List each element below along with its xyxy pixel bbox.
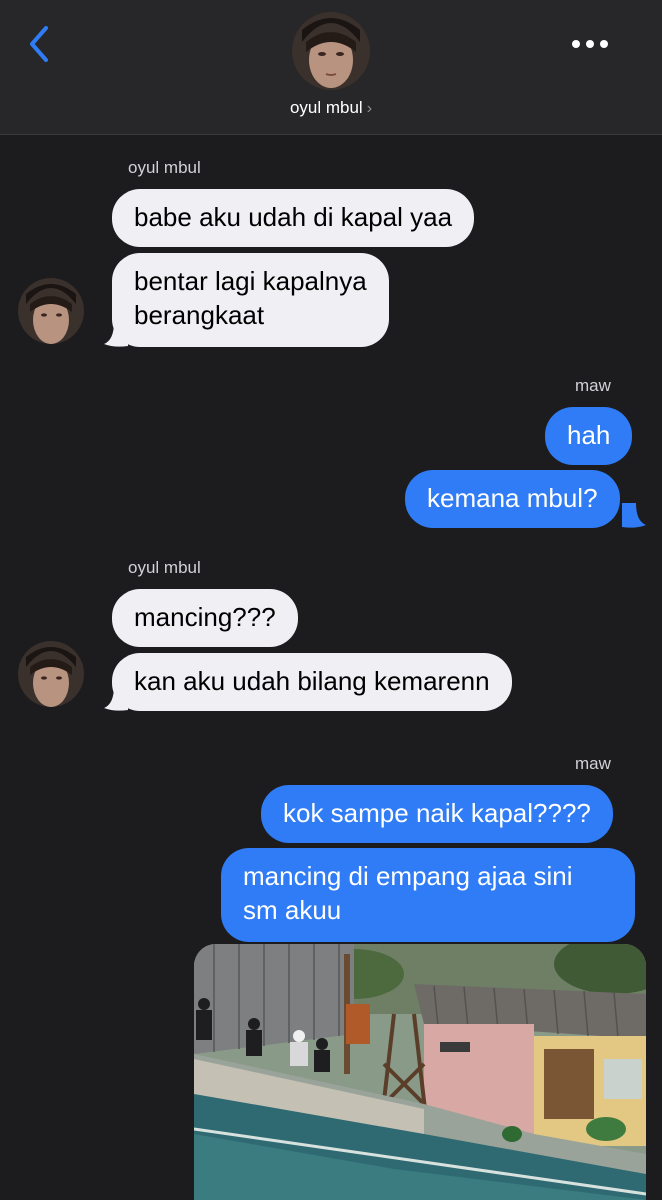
sender-name: maw xyxy=(575,376,611,395)
ellipsis-icon xyxy=(572,40,608,48)
message-bubble-outgoing[interactable]: mancing di empang ajaa sini sm akuu xyxy=(221,848,635,942)
message-bubble-outgoing[interactable]: kok sampe naik kapal???? xyxy=(261,785,613,843)
message-text: kemana mbul? xyxy=(427,483,598,513)
contact-name: oyul mbul xyxy=(289,98,363,117)
message-text: mancing di empang ajaa sini xyxy=(243,861,573,891)
message-bubble-incoming[interactable]: kan aku udah bilang kemarenn xyxy=(112,653,512,711)
message-text: kan aku udah bilang kemarenn xyxy=(134,666,490,696)
message-text: berangkaat xyxy=(134,300,265,330)
contact-name-button[interactable]: oyul mbul › xyxy=(0,98,662,118)
photo-attachment[interactable] xyxy=(194,944,646,1200)
more-options-button[interactable] xyxy=(566,30,614,58)
bubble-tail xyxy=(104,686,128,711)
message-text: babe aku udah di kapal yaa xyxy=(134,202,453,232)
bubble-tail xyxy=(622,503,646,528)
contact-avatar[interactable] xyxy=(292,12,370,90)
message-bubble-outgoing[interactable]: kemana mbul? xyxy=(405,470,620,528)
bubble-tail xyxy=(104,322,128,347)
sender-name: oyul mbul xyxy=(128,158,201,177)
message-text: kok sampe naik kapal???? xyxy=(283,798,591,828)
message-bubble-outgoing[interactable]: hah xyxy=(545,407,633,465)
sender-name: maw xyxy=(575,754,611,773)
message-bubble-incoming[interactable]: bentar lagi kapalnya berangkaat xyxy=(112,253,389,347)
back-button[interactable] xyxy=(22,22,62,66)
message-bubble-incoming[interactable]: mancing??? xyxy=(112,589,298,647)
chat-header: oyul mbul › xyxy=(0,0,662,135)
message-bubble-incoming[interactable]: babe aku udah di kapal yaa xyxy=(112,189,475,247)
message-text: bentar lagi kapalnya xyxy=(134,266,367,296)
sender-name: oyul mbul xyxy=(128,558,201,577)
message-text: mancing??? xyxy=(134,602,276,632)
sender-avatar[interactable] xyxy=(18,278,84,344)
chevron-right-icon: › xyxy=(366,100,373,117)
message-text: sm akuu xyxy=(243,895,342,925)
message-text: hah xyxy=(567,420,611,450)
sender-avatar[interactable] xyxy=(18,641,84,707)
chevron-left-icon xyxy=(30,26,48,62)
